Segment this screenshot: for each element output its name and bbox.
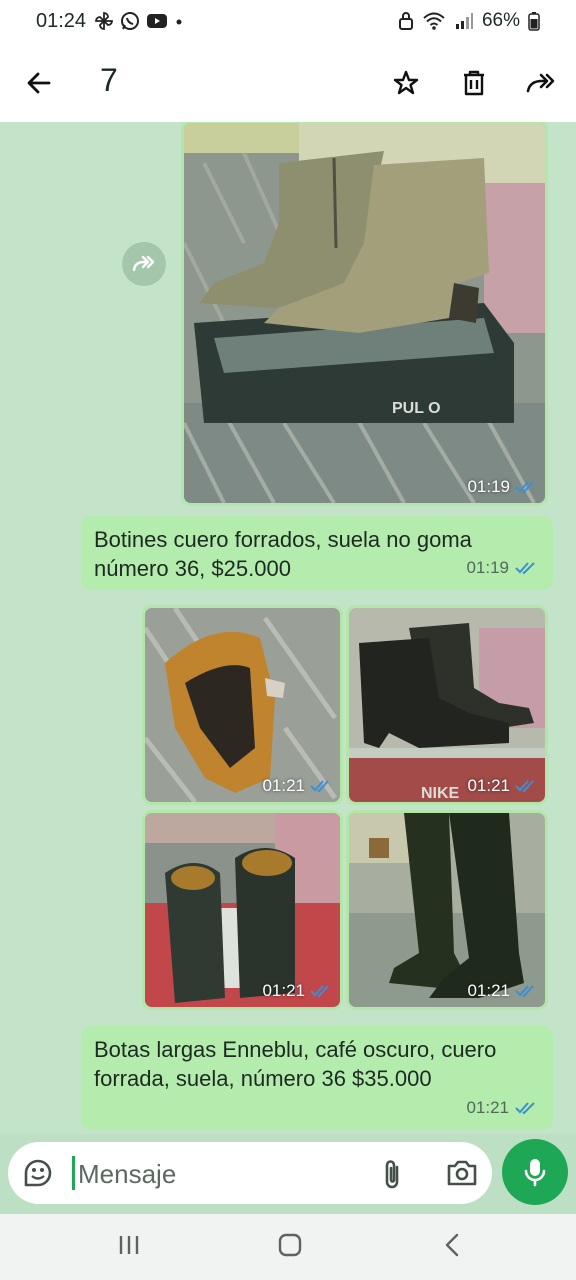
signal-icon <box>455 13 473 29</box>
recent-apps-button[interactable] <box>116 1232 142 1263</box>
double-check-icon <box>515 481 534 494</box>
double-check-icon <box>515 561 535 574</box>
status-bar: 01:24 66% <box>0 0 576 44</box>
message-composer <box>8 1142 492 1204</box>
youtube-icon <box>147 14 167 28</box>
text-message-botas-largas[interactable]: Botas largas Enneblu, café oscuro, cuero… <box>81 1026 553 1130</box>
forward-arrow-icon <box>132 255 155 272</box>
image-grid-item-2[interactable]: NIKE 01:21 <box>346 605 548 805</box>
wifi-icon <box>423 12 445 30</box>
home-button[interactable] <box>277 1232 303 1263</box>
double-check-icon <box>310 985 329 998</box>
image-message-ankle-boots[interactable]: PUL O 01:19 <box>181 122 548 506</box>
back-nav-button[interactable] <box>440 1232 466 1263</box>
trash-icon <box>464 70 484 96</box>
back-button[interactable] <box>22 66 56 100</box>
message-time: 01:21 <box>262 981 332 1001</box>
camera-button[interactable] <box>446 1158 478 1193</box>
message-text-line1: Botines cuero forrados, suela no goma <box>94 527 472 552</box>
sticker-button[interactable] <box>22 1157 54 1194</box>
delete-button[interactable] <box>457 66 491 100</box>
sticker-icon <box>24 1159 52 1187</box>
double-check-icon <box>310 780 329 793</box>
box-brand-text: PUL O <box>392 400 441 417</box>
notification-icons <box>94 11 184 31</box>
selection-toolbar: 7 <box>0 44 576 122</box>
double-check-icon <box>515 780 534 793</box>
photo-ankle-boots: PUL O <box>184 123 545 503</box>
image-grid-item-1[interactable]: 01:21 <box>142 605 343 805</box>
double-check-icon <box>515 1101 535 1114</box>
message-text-line2: forrada, suela, número 36 $35.000 <box>94 1066 432 1091</box>
photo-tall-boots-side <box>349 813 545 1007</box>
recents-icon <box>119 1236 139 1254</box>
message-time: 01:21 <box>466 1093 539 1122</box>
image-grid-item-3[interactable]: 01:21 <box>142 810 343 1010</box>
box-brand-text-2: NIKE <box>421 785 460 802</box>
message-input[interactable] <box>76 1154 360 1194</box>
message-time: 01:21 <box>262 776 332 796</box>
battery-icon <box>528 12 540 31</box>
text-message-botines[interactable]: Botines cuero forrados, suela no goma nú… <box>81 516 553 590</box>
camera-icon <box>447 1160 477 1186</box>
system-nav-bar <box>0 1214 576 1280</box>
message-time: 01:21 <box>467 981 537 1001</box>
double-check-icon <box>515 985 534 998</box>
message-text-line1: Botas largas Enneblu, café oscuro, cuero <box>94 1037 497 1062</box>
selected-count: 7 <box>100 62 118 98</box>
forward-button[interactable] <box>524 66 558 100</box>
photo-boot-interior <box>145 608 340 802</box>
battery-percent: 66% <box>481 10 520 31</box>
arrow-left-icon <box>27 72 51 94</box>
lock-icon <box>398 12 413 30</box>
photo-black-ankle-boots: NIKE <box>349 608 545 802</box>
pinwheel-icon <box>95 12 113 30</box>
forward-arrow-icon <box>526 73 555 93</box>
image-grid-item-4[interactable]: 01:21 <box>346 810 548 1010</box>
whatsapp-icon <box>121 12 139 30</box>
voice-record-button[interactable] <box>502 1139 568 1205</box>
message-time: 01:19 <box>467 477 537 497</box>
message-time: 01:19 <box>466 553 539 582</box>
attach-button[interactable] <box>380 1158 406 1195</box>
forward-message-button[interactable] <box>122 242 166 286</box>
message-time: 01:21 <box>467 776 537 796</box>
photo-tall-boots-top <box>145 813 340 1007</box>
microphone-icon <box>524 1159 546 1187</box>
text-cursor <box>72 1156 75 1190</box>
chevron-left-icon <box>445 1233 459 1257</box>
status-time: 01:24 <box>36 10 87 32</box>
star-button[interactable] <box>389 66 423 100</box>
paperclip-icon <box>385 1160 399 1189</box>
home-icon <box>278 1233 302 1257</box>
chat-area[interactable]: PUL O 01:19 Botines cuero forrados, suel… <box>0 122 576 1134</box>
star-icon <box>393 70 419 95</box>
dot-icon <box>176 19 182 25</box>
